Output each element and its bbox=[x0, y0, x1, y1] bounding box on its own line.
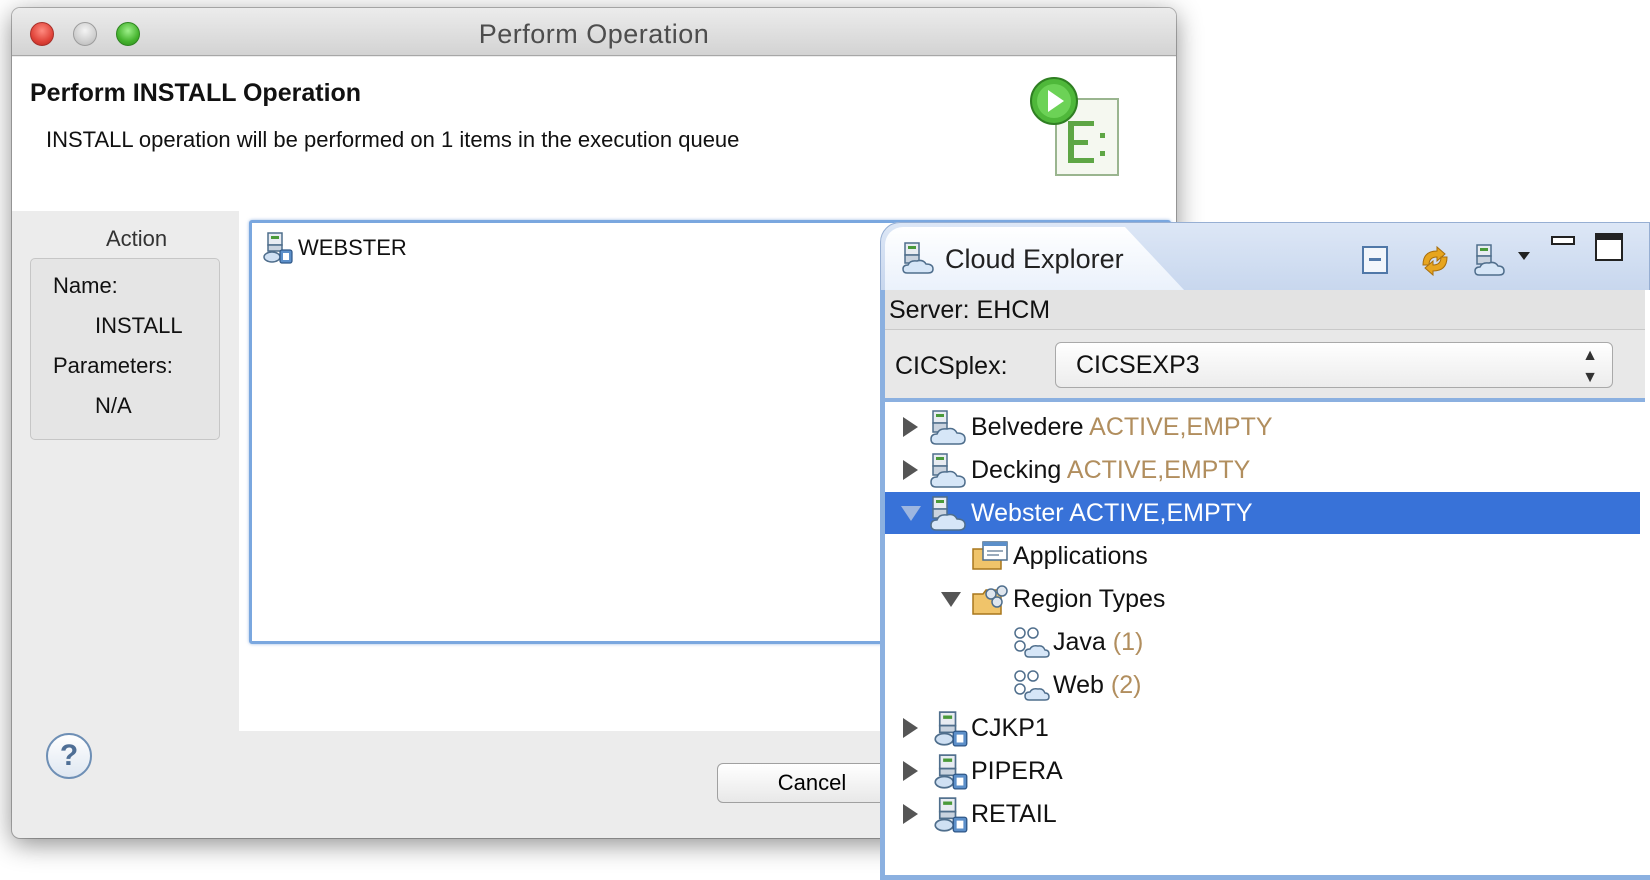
tree-item-belvedere[interactable]: Belvedere ACTIVE,EMPTY bbox=[885, 406, 1640, 448]
tree-item-status: ACTIVE,EMPTY bbox=[1089, 412, 1273, 441]
platform-cloud-icon bbox=[930, 410, 966, 445]
refresh-icon[interactable] bbox=[1415, 243, 1455, 279]
tree-item-label: Region Types bbox=[1013, 584, 1166, 613]
name-value: INSTALL bbox=[95, 313, 183, 338]
collapse-triangle-icon[interactable] bbox=[901, 505, 921, 521]
tree-item-decking[interactable]: Decking ACTIVE,EMPTY bbox=[885, 449, 1640, 491]
region-type-icon bbox=[1014, 627, 1050, 658]
cicsplex-row: CICSplex: CICSEXP3 ▲ ▼ bbox=[885, 330, 1645, 402]
name-label: Name: bbox=[53, 273, 118, 298]
cloud-tree[interactable]: Belvedere ACTIVE,EMPTY Decking ACTIVE,EM… bbox=[885, 406, 1645, 880]
select-arrows-icon: ▲ ▼ bbox=[1582, 347, 1598, 386]
header-description: INSTALL operation will be performed on 1… bbox=[46, 127, 740, 152]
tree-item-count: (1) bbox=[1112, 627, 1144, 656]
tree-item-label: RETAIL bbox=[971, 799, 1057, 828]
tree-item-count: (2) bbox=[1110, 670, 1142, 699]
view-tab-strip: Cloud Explorer bbox=[880, 222, 1650, 291]
execute-queue-icon bbox=[1030, 77, 1119, 176]
cloud-explorer-icon bbox=[902, 242, 934, 274]
action-details: Name: INSTALL Parameters: N/A bbox=[30, 258, 220, 440]
tree-item-web[interactable]: Web (2) bbox=[885, 664, 1640, 706]
header-title: Perform INSTALL Operation bbox=[30, 79, 362, 107]
platform-icon bbox=[934, 797, 968, 833]
maximize-view-icon[interactable] bbox=[1593, 231, 1625, 263]
expand-triangle-icon[interactable] bbox=[903, 460, 918, 480]
platform-cloud-icon bbox=[930, 453, 966, 488]
expand-triangle-icon[interactable] bbox=[903, 804, 918, 824]
tree-item-cjkp1[interactable]: CJKP1 bbox=[885, 707, 1640, 749]
tree-item-region-types[interactable]: Region Types bbox=[885, 578, 1640, 620]
tree-item-status: ACTIVE,EMPTY bbox=[1066, 455, 1251, 484]
tree-item-label: CJKP1 bbox=[971, 713, 1049, 742]
tree-item-retail[interactable]: RETAIL bbox=[885, 793, 1640, 835]
cancel-button[interactable]: Cancel bbox=[717, 763, 907, 803]
region-types-folder-icon bbox=[972, 585, 1008, 615]
tree-item-applications[interactable]: Applications bbox=[885, 535, 1640, 577]
parameters-label: Parameters: bbox=[53, 353, 173, 378]
window-title: Perform Operation bbox=[478, 19, 710, 49]
server-label: Server: EHCM bbox=[885, 290, 1645, 330]
tree-item-webster[interactable]: Webster ACTIVE,EMPTY bbox=[885, 492, 1640, 534]
queue-item-label: WEBSTER bbox=[298, 235, 407, 260]
cloud-platform-menu-icon[interactable] bbox=[1473, 243, 1515, 279]
tree-item-java[interactable]: Java (1) bbox=[885, 621, 1640, 663]
platform-icon bbox=[934, 754, 968, 790]
dialog-header: Perform INSTALL Operation INSTALL operat… bbox=[12, 57, 1176, 211]
platform-cloud-icon bbox=[930, 496, 966, 531]
view-tab-title: Cloud Explorer bbox=[945, 244, 1124, 274]
parameters-value: N/A bbox=[95, 393, 132, 418]
help-button[interactable]: ? bbox=[46, 733, 92, 779]
minimize-view-icon[interactable] bbox=[1549, 231, 1577, 251]
applications-folder-icon bbox=[972, 541, 1008, 570]
region-type-icon bbox=[1014, 670, 1050, 701]
cicsplex-selected-value: CICSEXP3 bbox=[1076, 351, 1200, 379]
platform-icon bbox=[263, 232, 293, 264]
view-menu-chevron-down-icon[interactable] bbox=[1517, 251, 1531, 261]
tree-item-label: Web bbox=[1053, 670, 1104, 699]
tree-item-status: ACTIVE,EMPTY bbox=[1069, 498, 1253, 527]
tree-item-label: PIPERA bbox=[971, 756, 1063, 785]
action-section-label: Action bbox=[106, 226, 168, 251]
tree-item-label: Webster bbox=[971, 498, 1064, 527]
cicsplex-select[interactable]: CICSEXP3 ▲ ▼ bbox=[1055, 342, 1613, 388]
cicsplex-label: CICSplex: bbox=[895, 352, 1008, 380]
dialog-titlebar[interactable]: Perform Operation bbox=[12, 8, 1176, 56]
expand-triangle-icon[interactable] bbox=[903, 417, 918, 437]
collapse-triangle-icon[interactable] bbox=[941, 591, 961, 607]
expand-triangle-icon[interactable] bbox=[903, 718, 918, 738]
tree-item-label: Decking bbox=[971, 455, 1062, 484]
cloud-explorer-view: Cloud Explorer Server: EHCM CICSplex: CI… bbox=[880, 222, 1650, 880]
platform-icon bbox=[934, 711, 968, 747]
tree-item-label: Java bbox=[1053, 627, 1106, 656]
collapse-all-icon[interactable] bbox=[1359, 243, 1395, 279]
tree-item-pipera[interactable]: PIPERA bbox=[885, 750, 1640, 792]
expand-triangle-icon[interactable] bbox=[903, 761, 918, 781]
tree-item-label: Applications bbox=[1013, 541, 1148, 570]
tree-item-label: Belvedere bbox=[971, 412, 1084, 441]
list-item[interactable]: WEBSTER bbox=[262, 231, 407, 265]
